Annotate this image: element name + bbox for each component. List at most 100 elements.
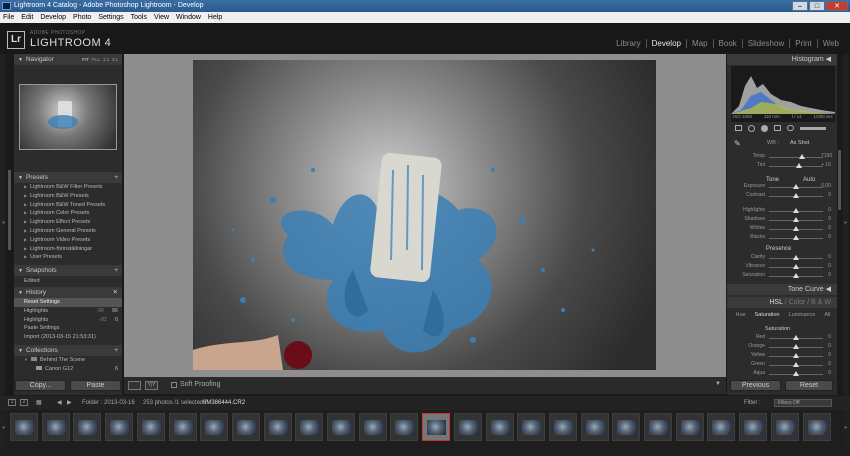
slider-knob[interactable]: [793, 371, 799, 376]
slider-value[interactable]: + 16: [821, 162, 831, 168]
preset-folder[interactable]: ▶ Lightroom B&W Presets: [14, 192, 122, 201]
slider-knob[interactable]: [793, 217, 799, 222]
slider-knob[interactable]: [793, 273, 799, 278]
slider-knob[interactable]: [793, 362, 799, 367]
filmstrip-thumbnail[interactable]: [10, 413, 38, 441]
presets-header[interactable]: ▼ Presets +: [14, 172, 122, 183]
preset-folder[interactable]: ▶ User Presets: [14, 253, 122, 262]
soft-proofing-checkbox[interactable]: [171, 382, 177, 388]
tab-color[interactable]: Color: [789, 299, 806, 306]
filmstrip-thumbnail[interactable]: [453, 413, 482, 441]
page-1-button[interactable]: 1: [8, 399, 16, 406]
filmstrip-thumbnail[interactable]: [327, 413, 355, 441]
slider-knob[interactable]: [793, 226, 799, 231]
slider-tint[interactable]: Tint + 16: [731, 162, 831, 171]
filmstrip-thumbnail[interactable]: [485, 413, 514, 441]
filmstrip-thumbnail[interactable]: [612, 413, 641, 441]
toolbar-menu-icon[interactable]: ▼: [715, 381, 721, 387]
collection-item[interactable]: Canon G12 6: [14, 365, 122, 374]
left-scrollbar[interactable]: [8, 170, 11, 250]
radial-filter-icon[interactable]: [787, 125, 794, 131]
slider-knob[interactable]: [793, 335, 799, 340]
filmstrip-thumbnail[interactable]: [358, 413, 387, 441]
slider-orange[interactable]: Orange 0: [731, 343, 831, 352]
slider-value[interactable]: 0: [821, 216, 831, 222]
navigator-preview[interactable]: [19, 84, 117, 150]
module-web[interactable]: Web: [818, 39, 844, 48]
preset-folder[interactable]: ▶ Lightroom Effect Presets: [14, 218, 122, 227]
slider-shadows[interactable]: Shadows 0: [731, 216, 831, 225]
filmstrip-thumbnail[interactable]: [41, 413, 70, 441]
back-arrow-icon[interactable]: ◀: [57, 396, 62, 410]
filmstrip-thumbnail[interactable]: [105, 413, 134, 441]
right-scrollbar[interactable]: [838, 150, 841, 210]
slider-knob[interactable]: [793, 235, 799, 240]
filmstrip-thumbnail[interactable]: [802, 413, 831, 441]
history-item[interactable]: Highlights -82 0: [14, 316, 122, 325]
slider-knob[interactable]: [799, 154, 806, 159]
slider-track[interactable]: [769, 157, 823, 158]
before-after-icon[interactable]: Y|Y: [145, 381, 158, 390]
filmstrip-thumbnail[interactable]: [422, 413, 451, 441]
snapshot-item[interactable]: Edited: [14, 277, 122, 286]
menu-view[interactable]: View: [154, 12, 169, 23]
zoom-fit[interactable]: FIT: [82, 57, 89, 62]
slider-value[interactable]: 0: [821, 234, 831, 240]
tone-curve-header[interactable]: Tone Curve ◀: [727, 284, 837, 295]
module-print[interactable]: Print: [790, 39, 818, 48]
spot-removal-icon[interactable]: [748, 124, 755, 132]
slider-value[interactable]: 0: [821, 361, 831, 367]
right-panel-edge[interactable]: ▸: [843, 54, 849, 395]
slider-knob[interactable]: [793, 184, 799, 189]
slider-saturation[interactable]: Saturation 0: [731, 272, 831, 281]
slider-value[interactable]: 0: [821, 192, 831, 198]
slider-value[interactable]: 0: [821, 207, 831, 213]
history-item[interactable]: Import (2013-03-15 21:53:31): [14, 333, 122, 342]
module-map[interactable]: Map: [687, 39, 714, 48]
tab-hsl[interactable]: HSL: [769, 299, 782, 306]
histogram-graph[interactable]: ISO 1000 110 mm f / 14 1/200 sec: [731, 66, 835, 122]
slider-exposure[interactable]: Exposure 0,00: [731, 183, 831, 192]
slider-value[interactable]: 0: [821, 225, 831, 231]
zoom-1-1[interactable]: 1:1: [103, 57, 109, 62]
module-slideshow[interactable]: Slideshow: [743, 39, 791, 48]
slider-value[interactable]: 0: [821, 272, 831, 278]
preset-folder[interactable]: ▶ Lightroom-förinställningar: [14, 245, 122, 254]
filmstrip-thumbnail[interactable]: [168, 413, 197, 441]
preset-folder[interactable]: ▶ Lightroom B&W Filter Presets: [14, 183, 122, 192]
menu-develop[interactable]: Develop: [40, 12, 66, 23]
slider-green[interactable]: Green 0: [731, 361, 831, 370]
reset-button[interactable]: Reset: [785, 380, 833, 391]
copy-button[interactable]: Copy...: [15, 380, 66, 391]
eyedropper-icon[interactable]: ✎: [734, 139, 741, 148]
history-header[interactable]: ▼ History ✕: [14, 287, 122, 298]
slider-knob[interactable]: [793, 264, 799, 269]
histogram-header[interactable]: Histogram ◀: [727, 54, 837, 65]
slider-vibrance[interactable]: Vibrance 0: [731, 263, 831, 272]
subtab-all[interactable]: All: [824, 312, 830, 318]
slider-clarity[interactable]: Clarity 0: [731, 254, 831, 263]
filmstrip-thumbnail[interactable]: [200, 413, 229, 441]
filmstrip-scroll-left[interactable]: ◂: [0, 410, 6, 448]
slider-highlights[interactable]: Highlights 0: [731, 207, 831, 216]
filmstrip-thumbnail[interactable]: [580, 413, 609, 441]
close-button[interactable]: ✕: [826, 1, 848, 11]
subtab-luminance[interactable]: Luminance: [789, 312, 816, 318]
menu-tools[interactable]: Tools: [131, 12, 147, 23]
tab-bw[interactable]: B & W: [811, 299, 831, 306]
module-book[interactable]: Book: [714, 39, 743, 48]
collection-set[interactable]: ▼ Behind The Scene: [14, 356, 122, 365]
filmstrip-thumbnail[interactable]: [739, 413, 768, 441]
left-panel-edge[interactable]: ◂: [0, 54, 6, 395]
slider-red[interactable]: Red 0: [731, 334, 831, 343]
slider-value[interactable]: 0: [821, 254, 831, 260]
filter-select[interactable]: Filters Off: [774, 399, 832, 407]
slider-knob[interactable]: [793, 208, 799, 213]
module-develop[interactable]: Develop: [647, 39, 687, 48]
slider-yellow[interactable]: Yellow 0: [731, 352, 831, 361]
grid-icon[interactable]: ▦: [36, 396, 42, 410]
forward-arrow-icon[interactable]: ▶: [67, 396, 72, 410]
slider-value[interactable]: 0: [821, 352, 831, 358]
menu-settings[interactable]: Settings: [98, 12, 123, 23]
slider-knob[interactable]: [793, 255, 799, 260]
